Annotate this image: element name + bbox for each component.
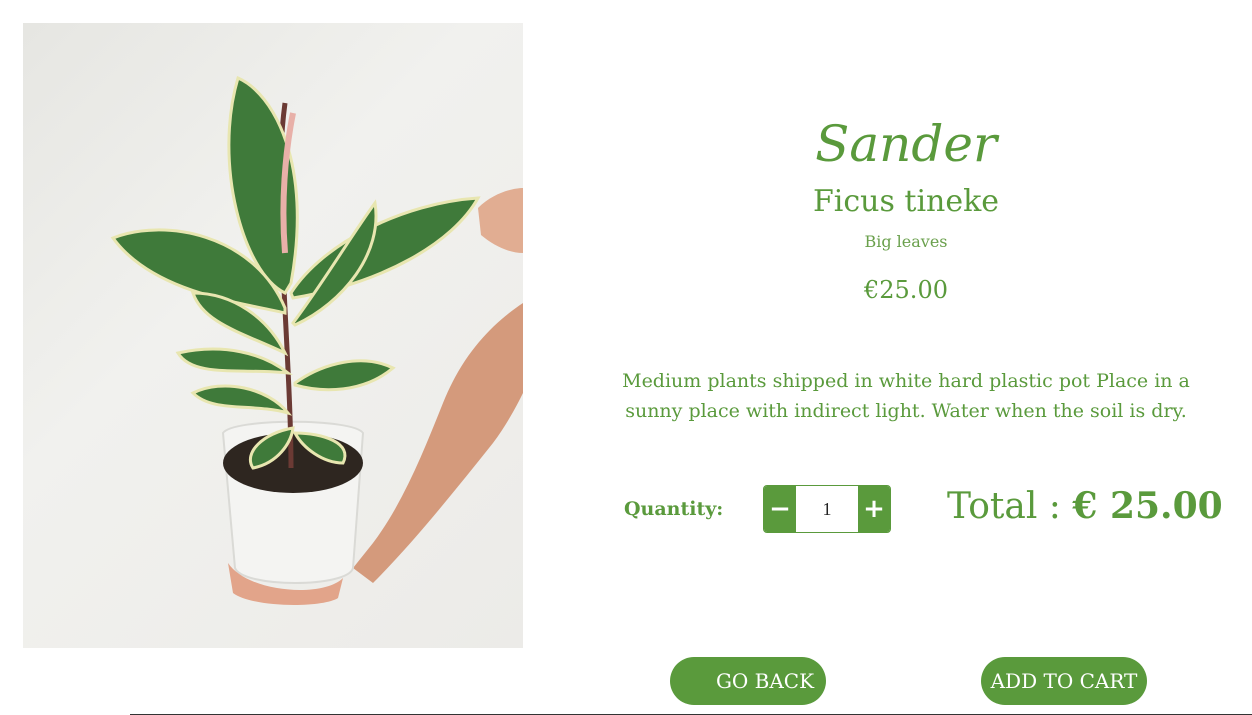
order-total: Total : € 25.00 bbox=[947, 484, 1223, 529]
minus-icon: − bbox=[769, 494, 791, 524]
quantity-stepper: − + bbox=[763, 485, 891, 533]
product-species: Ficus tineke bbox=[812, 184, 1000, 219]
go-back-button[interactable]: GO BACK bbox=[670, 657, 826, 705]
product-info: Sander Ficus tineke Big leaves €25.00 Me… bbox=[560, 0, 1252, 715]
plus-icon: + bbox=[863, 494, 885, 524]
total-amount: € 25.00 bbox=[1072, 485, 1223, 527]
product-description: Medium plants shipped in white hard plas… bbox=[622, 370, 1190, 422]
product-tagline: Big leaves bbox=[864, 232, 948, 251]
product-brand: Sander bbox=[815, 115, 997, 173]
quantity-input[interactable] bbox=[796, 486, 858, 532]
add-to-cart-button[interactable]: ADD TO CART bbox=[981, 657, 1147, 705]
increment-button[interactable]: + bbox=[858, 486, 890, 532]
product-image bbox=[23, 23, 523, 648]
quantity-label: Quantity: bbox=[624, 498, 724, 520]
total-label: Total : bbox=[947, 486, 1061, 527]
product-price: €25.00 bbox=[864, 276, 948, 304]
decrement-button[interactable]: − bbox=[764, 486, 796, 532]
